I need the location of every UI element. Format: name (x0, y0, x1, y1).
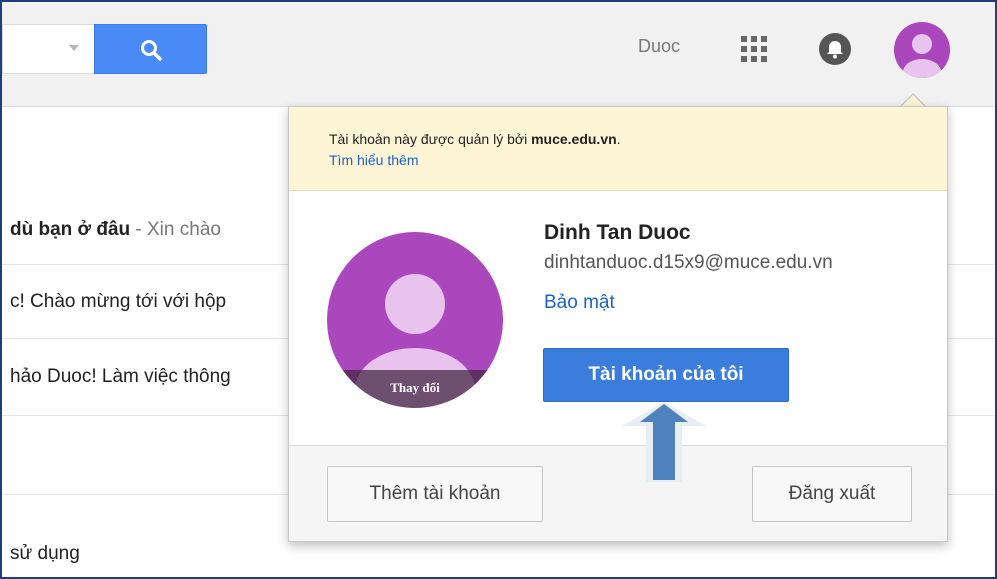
mail-snippet: hảo Duoc! Làm việc thông (10, 366, 231, 387)
account-popup: Tài khoản này được quản lý bởi muce.edu.… (288, 106, 948, 542)
avatar-icon (903, 34, 941, 78)
account-name: Dinh Tan Duoc (544, 221, 691, 244)
annotation-arrow-up-icon (622, 402, 706, 482)
search-icon (141, 40, 162, 61)
account-email: dinhtanduoc.d15x9@muce.edu.vn (544, 252, 833, 273)
account-avatar-button[interactable] (894, 22, 950, 78)
search-input[interactable] (2, 24, 94, 74)
profile-photo[interactable]: Thay đổi (327, 232, 503, 408)
mail-snippet: sử dụng (10, 543, 80, 564)
mail-snippet: c! Chào mừng tới với hộp (10, 291, 227, 312)
security-link[interactable]: Bảo mật (544, 292, 615, 314)
user-name-label[interactable]: Duoc (638, 36, 680, 57)
sign-out-button[interactable]: Đăng xuất (752, 466, 912, 522)
learn-more-link[interactable]: Tìm hiểu thêm (329, 152, 418, 168)
top-bar: Duoc (2, 2, 995, 107)
managed-domain: muce.edu.vn (531, 131, 617, 147)
notifications-bell-icon[interactable] (818, 32, 852, 66)
my-account-button[interactable]: Tài khoản của tôi (543, 348, 789, 402)
mail-subject: dù bạn ở đâu (10, 219, 131, 240)
popup-footer: Thêm tài khoản Đăng xuất (289, 445, 947, 541)
search-options-chevron-icon[interactable] (69, 45, 79, 51)
apps-grid-icon[interactable] (739, 34, 769, 64)
managed-account-notice: Tài khoản này được quản lý bởi muce.edu.… (289, 107, 947, 191)
search-button[interactable] (94, 24, 207, 74)
notice-text: Tài khoản này được quản lý bởi muce.edu.… (329, 131, 621, 147)
change-photo-button[interactable]: Thay đổi (327, 370, 503, 408)
app-window: Duoc dù bạn ở đâu - Xin chào c! Chào mừn… (0, 0, 997, 579)
mail-snippet: - Xin chào (130, 219, 221, 240)
add-account-button[interactable]: Thêm tài khoản (327, 466, 543, 522)
